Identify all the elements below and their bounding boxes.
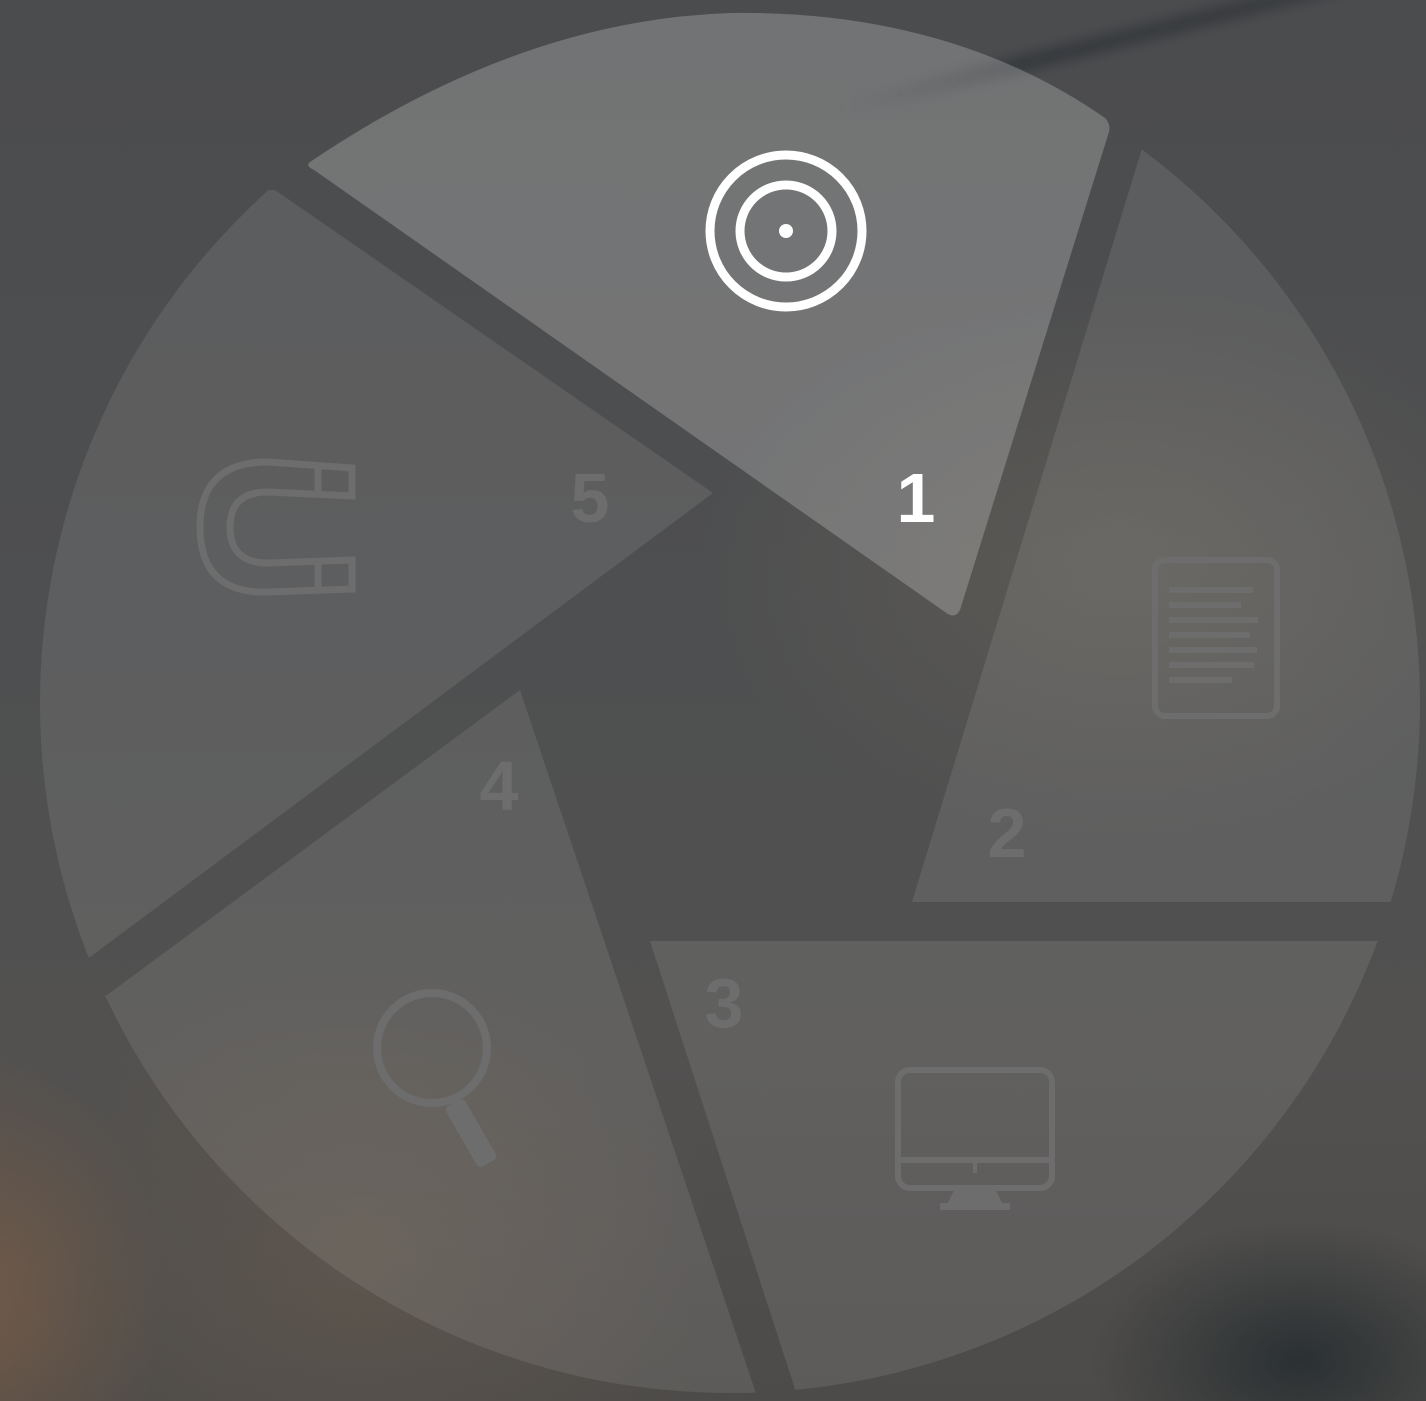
segment-2-number: 2: [988, 794, 1027, 872]
segment-5-number: 5: [571, 459, 610, 537]
segment-3[interactable]: [650, 941, 1426, 1401]
segment-wheel: 1 2 3 4 5: [40, 12, 1426, 1401]
segment-4-number: 4: [480, 747, 519, 825]
segment-1-number: 1: [897, 459, 936, 537]
segment-3-shape[interactable]: [650, 941, 1426, 1401]
segment-3-number: 3: [705, 964, 744, 1042]
